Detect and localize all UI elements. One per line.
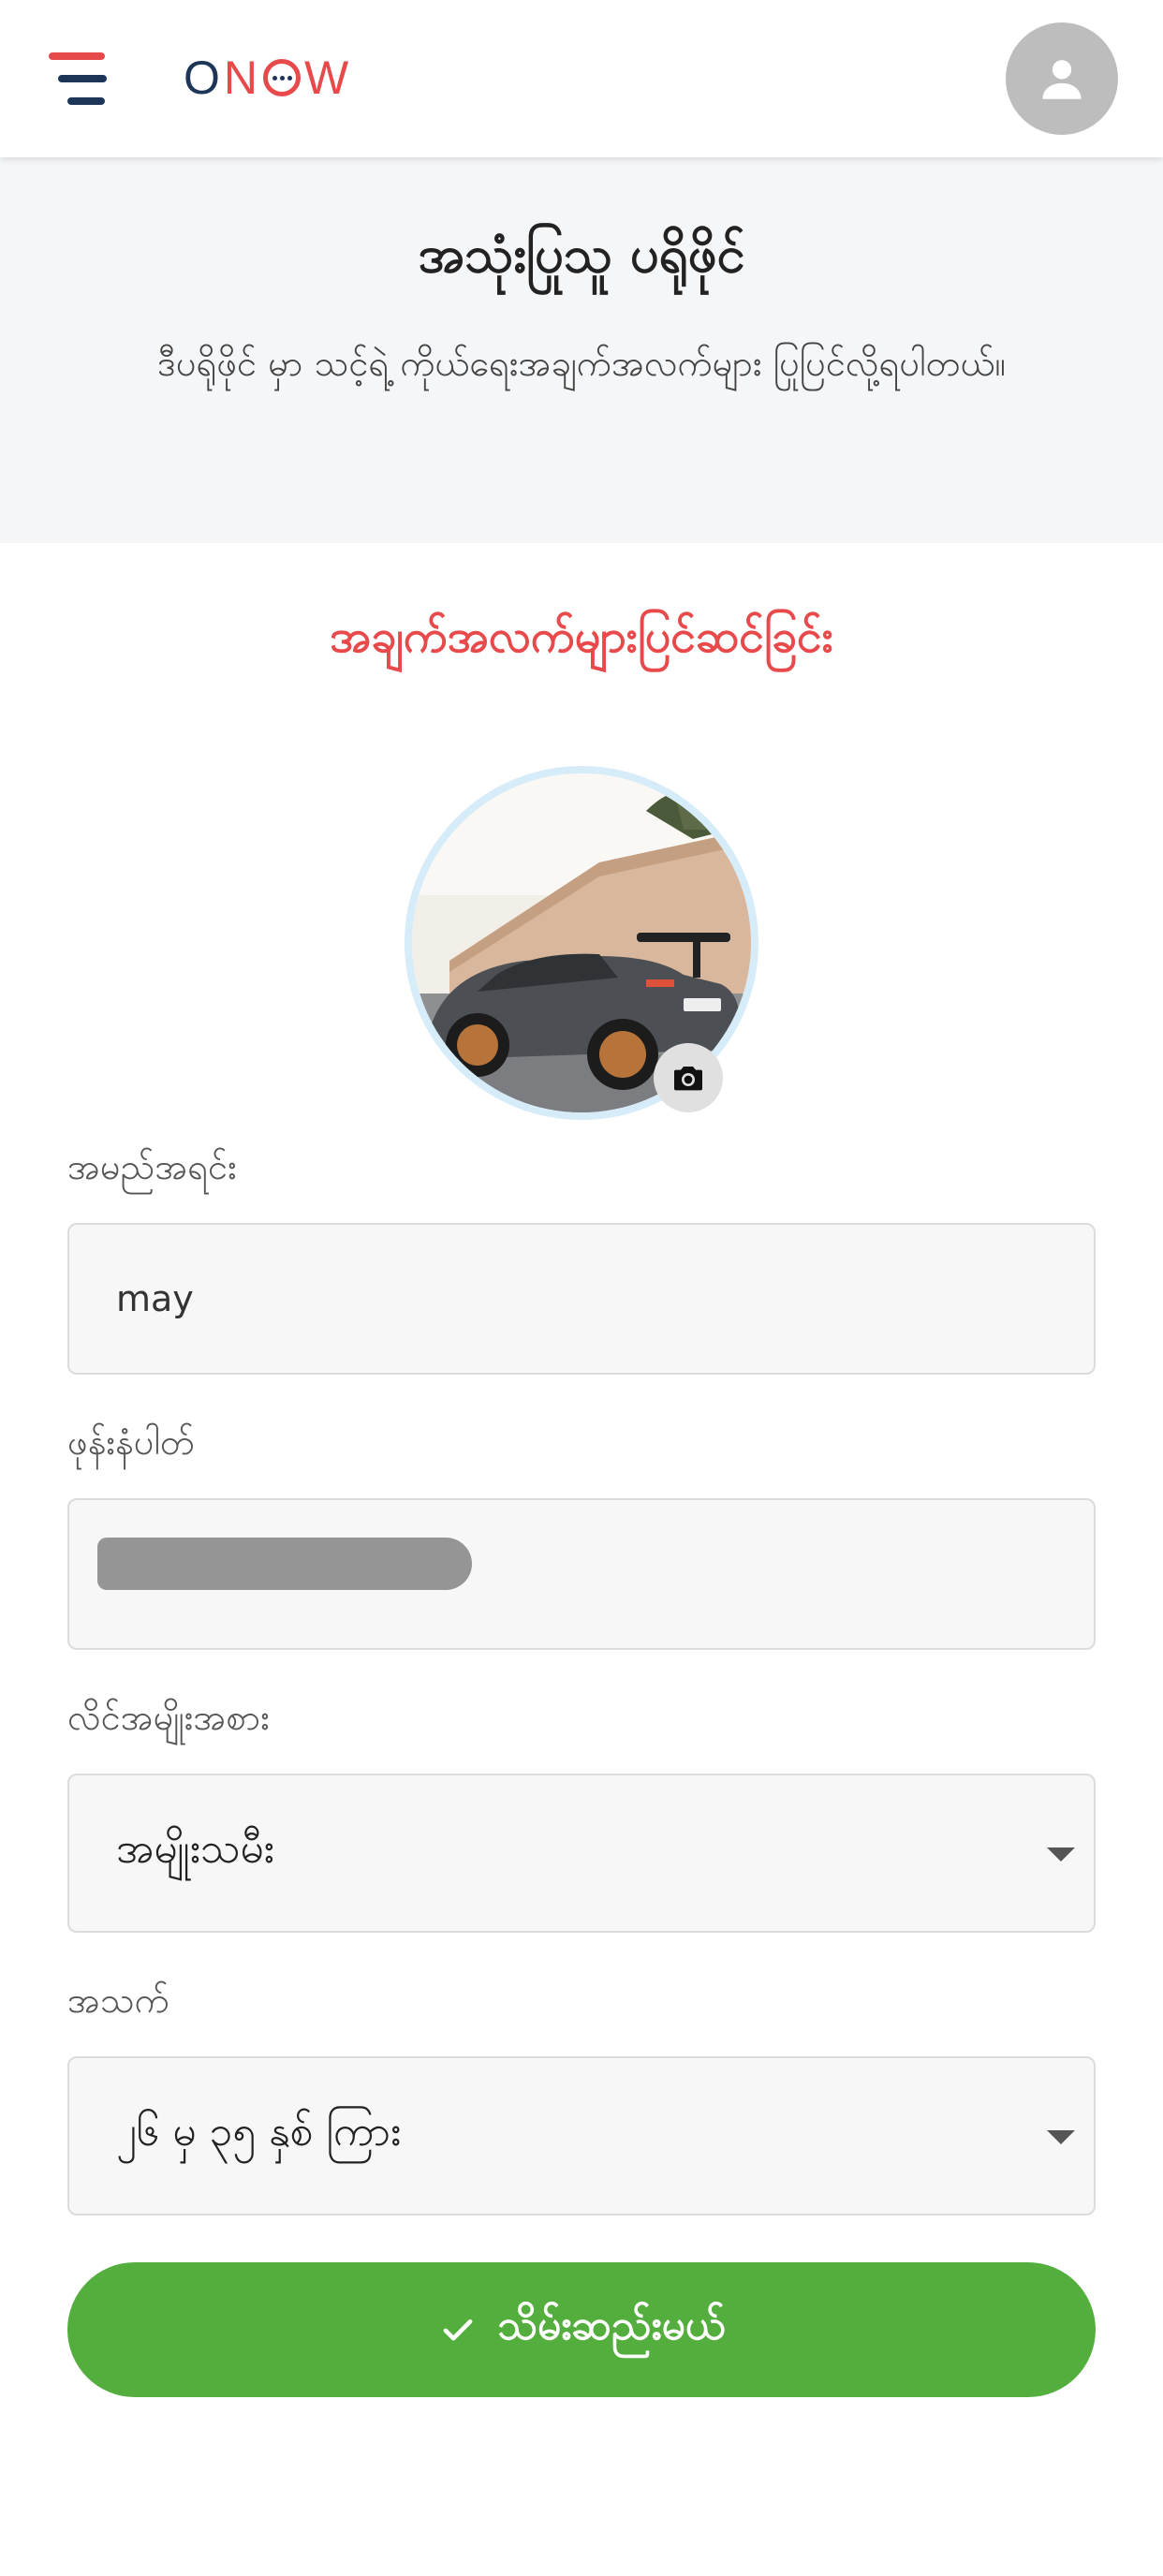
logo-letter-n: N xyxy=(223,52,260,104)
top-app-bar: O N W xyxy=(0,0,1163,157)
check-icon xyxy=(443,2318,472,2341)
change-photo-button[interactable] xyxy=(654,1043,723,1112)
name-input[interactable] xyxy=(69,1225,1094,1373)
name-field[interactable] xyxy=(67,1223,1096,1375)
person-avatar-icon xyxy=(1042,60,1082,99)
logo-letter-w: W xyxy=(304,52,351,104)
age-select[interactable]: ၂၆ မှ ၃၅ နှစ် ကြား xyxy=(67,2056,1096,2215)
chat-bubble-icon xyxy=(263,59,302,96)
onow-logo[interactable]: O N W xyxy=(184,45,350,110)
edit-section-title: အချက်အလက်များပြင်ဆင်ခြင်း xyxy=(330,611,833,663)
age-selected-value: ၂၆ မှ ၃၅ နှစ် ကြား xyxy=(116,2108,402,2156)
redacted-phone-number xyxy=(97,1538,472,1590)
dropdown-caret-icon xyxy=(1047,2130,1075,2144)
hamburger-menu-icon[interactable] xyxy=(49,52,107,105)
dropdown-caret-icon xyxy=(1047,1847,1075,1862)
save-button[interactable]: သိမ်းဆည်းမယ် xyxy=(67,2262,1096,2397)
camera-icon xyxy=(674,1067,702,1091)
phone-field[interactable] xyxy=(67,1498,1096,1650)
gender-selected-value: အမျိုးသမီး xyxy=(116,1825,274,1873)
save-button-label: သိမ်းဆည်းမယ် xyxy=(497,2302,726,2349)
phone-label: ဖုန်းနံပါတ် xyxy=(67,1421,195,1463)
age-label: အသက် xyxy=(67,1980,169,2021)
gender-label: လိင်အမျိုးအစား xyxy=(67,1697,270,1738)
profile-header-section: အသုံးပြုသူ ပရိုဖိုင် ဒီပရိုဖိုင် မှာ သင့… xyxy=(0,157,1163,543)
logo-letter-o: O xyxy=(184,52,222,104)
page-title: အသုံးပြုသူ ပရိုဖိုင် xyxy=(418,225,745,284)
profile-avatar-button[interactable] xyxy=(1006,22,1118,135)
name-label: အမည်အရင်း xyxy=(67,1146,237,1187)
page-subtitle: ဒီပရိုဖိုင် မှာ သင့်ရဲ့ ကိုယ်ရေးအချက်အလက… xyxy=(157,343,1006,384)
gender-select[interactable]: အမျိုးသမီး xyxy=(67,1774,1096,1933)
